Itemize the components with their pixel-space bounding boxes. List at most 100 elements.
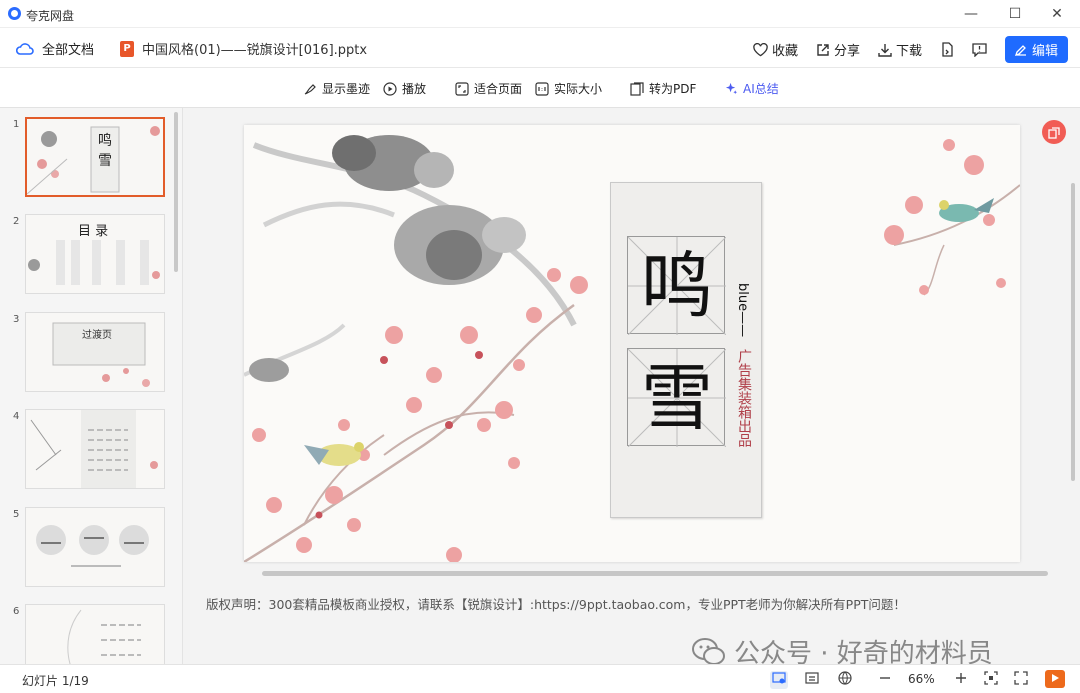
edit-label: 编辑 (1031, 44, 1058, 59)
thumbnail-preview (25, 507, 165, 587)
share-button[interactable]: 分享 (816, 40, 860, 59)
viewer-toolbar: 显示墨迹 播放 适合页面 实际大小 转为PDF AI总结 (0, 68, 1080, 108)
minimize-button[interactable]: — (956, 4, 986, 24)
play-label: 播放 (402, 82, 427, 96)
title-char-box-1: 鸣 (627, 236, 726, 335)
thumbnail-2[interactable]: 2 目 录 (0, 214, 175, 298)
export-icon (942, 42, 953, 57)
share-label: 分享 (833, 44, 860, 59)
thumbnail-number: 2 (13, 216, 20, 227)
ai-summary-button[interactable]: AI总结 (725, 80, 779, 97)
app-title: 夸克网盘 (26, 9, 75, 23)
ai-summary-label: AI总结 (743, 82, 779, 96)
thumbnail-title: 鸣 雪 (98, 133, 112, 169)
show-ink-label: 显示墨迹 (322, 82, 371, 96)
thumbnail-3[interactable]: 3 过渡页 (0, 312, 175, 396)
play-icon (1052, 674, 1059, 682)
document-header: 全部文档 P 中国风格(01)——锐旗设计[016].pptx 收藏 分享 下载… (0, 28, 1080, 68)
feedback-icon (972, 42, 987, 57)
copy-icon (1048, 126, 1060, 139)
zoom-out-button[interactable] (876, 671, 894, 689)
convert-pdf-button[interactable]: 转为PDF (630, 80, 696, 97)
web-view-button[interactable] (836, 671, 854, 689)
thumbnail-art (36, 525, 149, 567)
edit-button[interactable]: 编辑 (1004, 36, 1068, 63)
slide-tagline: 广告集装箱出品 (736, 349, 752, 447)
close-button[interactable]: ✕ (1042, 4, 1072, 24)
vertical-scrollbar[interactable] (1071, 183, 1075, 481)
pencil-icon (1014, 44, 1026, 56)
pdf-convert-icon (630, 81, 644, 96)
thumbnail-preview (25, 604, 165, 664)
thumbnail-preview: 目 录 (25, 214, 165, 294)
title-char-1: 鸣 (640, 244, 713, 328)
thumbnail-title: 目 录 (78, 224, 109, 239)
title-card: 鸣 雪 blue—— 广告集装箱出品 (610, 182, 762, 518)
fullscreen-button[interactable] (1012, 671, 1030, 689)
slide-canvas-area: 鸣 雪 blue—— 广告集装箱出品 版权声明：300套精品模板商业授权，请联系… (184, 108, 1080, 669)
horizontal-scrollbar[interactable] (262, 571, 1048, 576)
convert-pdf-label: 转为PDF (649, 82, 697, 96)
document-file-name: 中国风格(01)——锐旗设计[016].pptx (142, 43, 368, 58)
fit-icon (984, 671, 998, 685)
thumbnail-art (52, 322, 150, 387)
thumbnail-preview: 鸣 雪 (25, 117, 165, 197)
zoom-in-button[interactable] (952, 671, 970, 689)
pptx-file-icon: P (120, 40, 134, 57)
thumbnail-art (30, 410, 158, 488)
title-char-2: 雪 (640, 356, 713, 440)
play-button[interactable]: 播放 (383, 80, 426, 97)
thumbnail-4[interactable]: 4 (0, 409, 175, 493)
download-button[interactable]: 下载 (878, 40, 922, 59)
favorite-button[interactable]: 收藏 (753, 40, 798, 59)
status-bar: 幻灯片 1/19 66% (0, 664, 1080, 693)
wechat-icon (692, 637, 725, 665)
normal-view-button[interactable] (770, 671, 788, 689)
title-char-box-2: 雪 (627, 348, 726, 447)
thumbnail-number: 4 (13, 411, 20, 422)
thumbnail-number: 3 (13, 314, 20, 325)
thumbnail-number: 5 (13, 509, 20, 520)
document-file: P 中国风格(01)——锐旗设计[016].pptx (120, 39, 367, 58)
ink-pen-icon (304, 83, 316, 95)
notes-icon (805, 672, 819, 684)
thumbnail-6[interactable]: 6 (0, 604, 175, 664)
actual-size-label: 实际大小 (554, 82, 603, 96)
download-label: 下载 (895, 44, 922, 59)
all-documents-link[interactable]: 全部文档 (16, 39, 94, 58)
slide-thumbnail-panel: 1 鸣 雪 2 目 录 3 过渡页 4 5 6 (0, 108, 183, 664)
export-button[interactable] (940, 42, 954, 57)
show-ink-button[interactable]: 显示墨迹 (303, 80, 370, 97)
floating-copy-button[interactable] (1042, 120, 1066, 144)
download-icon (878, 43, 892, 57)
title-bar: 夸克网盘 — ☐ ✕ (0, 0, 1080, 28)
slideshow-play-button[interactable] (1045, 670, 1065, 688)
cloud-icon (16, 42, 34, 55)
favorite-label: 收藏 (771, 44, 798, 59)
fit-page-label: 适合页面 (474, 82, 523, 96)
thumbnail-title: 过渡页 (82, 330, 112, 341)
actual-size-icon (535, 81, 549, 96)
notes-view-button[interactable] (803, 671, 821, 689)
minus-icon (880, 677, 890, 679)
maximize-button[interactable]: ☐ (1000, 4, 1030, 24)
play-circle-icon (383, 81, 397, 96)
zoom-level[interactable]: 66% (908, 672, 935, 686)
all-documents-label: 全部文档 (42, 43, 95, 58)
fullscreen-icon (1014, 671, 1028, 685)
feedback-button[interactable] (972, 42, 987, 57)
thumbnail-scrollbar[interactable] (174, 112, 178, 272)
thumbnail-1[interactable]: 1 鸣 雪 (0, 117, 175, 201)
quark-logo-icon (8, 7, 21, 20)
globe-icon (838, 671, 852, 685)
thumbnail-number: 1 (13, 119, 20, 130)
slide-view-icon (772, 672, 786, 684)
thumbnail-5[interactable]: 5 (0, 507, 175, 591)
actual-size-button[interactable]: 实际大小 (535, 80, 602, 97)
fit-window-button[interactable] (982, 671, 1000, 689)
thumbnail-number: 6 (13, 606, 20, 617)
fit-page-icon (455, 81, 469, 96)
fit-page-button[interactable]: 适合页面 (455, 80, 522, 97)
slide-counter: 幻灯片 1/19 (22, 674, 89, 688)
thumbnail-art (67, 609, 141, 664)
